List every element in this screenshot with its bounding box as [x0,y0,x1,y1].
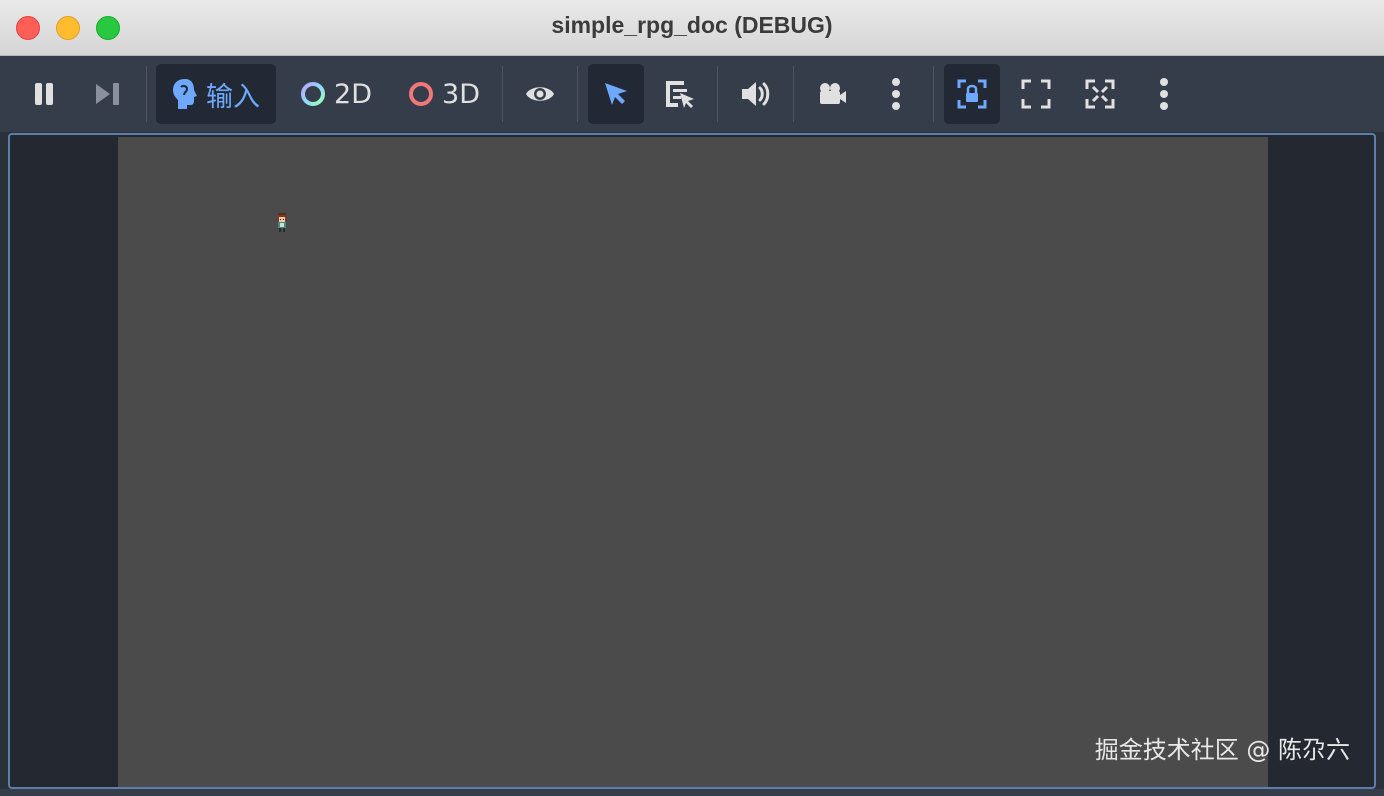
toolbar-separator [933,66,934,122]
3d-toggle-button[interactable]: 3D [396,64,492,124]
window-titlebar: simple_rpg_doc (DEBUG) [0,0,1384,56]
game-toolbar: 输入 2D 3D [0,56,1384,132]
toolbar-separator [502,66,503,122]
next-frame-button[interactable] [86,64,130,124]
toolbar-separator [793,66,794,122]
toolbar-separator [717,66,718,122]
kebab-menu-icon [1160,78,1168,110]
input-toggle-button[interactable]: 输入 [156,64,276,124]
game-viewport[interactable]: 掘金技术社区 @ 陈尕六 [8,133,1376,789]
watermark-text: 掘金技术社区 @ 陈尕六 [1094,736,1350,764]
lock-corners-icon [957,79,987,109]
view-options-button[interactable] [1140,64,1188,124]
2d-ring-icon [301,82,326,106]
select-mode-button[interactable] [588,64,644,124]
pause-icon [35,83,53,105]
speaker-icon [742,82,770,106]
keep-aspect-button[interactable] [944,64,1000,124]
list-select-button[interactable] [652,64,708,124]
game-canvas[interactable] [118,137,1268,787]
pause-button[interactable] [24,64,64,124]
input-label: 输入 [206,81,260,113]
2d-label: 2D [334,78,372,110]
eye-icon [526,87,554,101]
fit-button[interactable] [1074,64,1126,124]
list-cursor-icon [666,81,694,108]
expand-corners-icon [1021,79,1051,109]
head-input-icon [173,79,197,109]
shrink-corners-icon [1085,79,1115,109]
3d-label: 3D [442,78,480,110]
3d-ring-icon [409,82,434,106]
arrow-cursor-icon [605,83,627,105]
visibility-button[interactable] [514,64,566,124]
window-bottom-edge [0,789,1384,796]
toolbar-separator [146,66,147,122]
player-character-sprite [277,213,287,232]
camera-button[interactable] [804,64,860,124]
camera-icon [820,83,846,104]
next-frame-icon [96,83,119,105]
audio-mute-button[interactable] [728,64,784,124]
toolbar-separator [577,66,578,122]
kebab-menu-icon [892,78,900,110]
2d-toggle-button[interactable]: 2D [290,64,382,124]
camera-options-button[interactable] [872,64,920,124]
window-title: simple_rpg_doc (DEBUG) [551,12,833,38]
stretch-button[interactable] [1010,64,1062,124]
